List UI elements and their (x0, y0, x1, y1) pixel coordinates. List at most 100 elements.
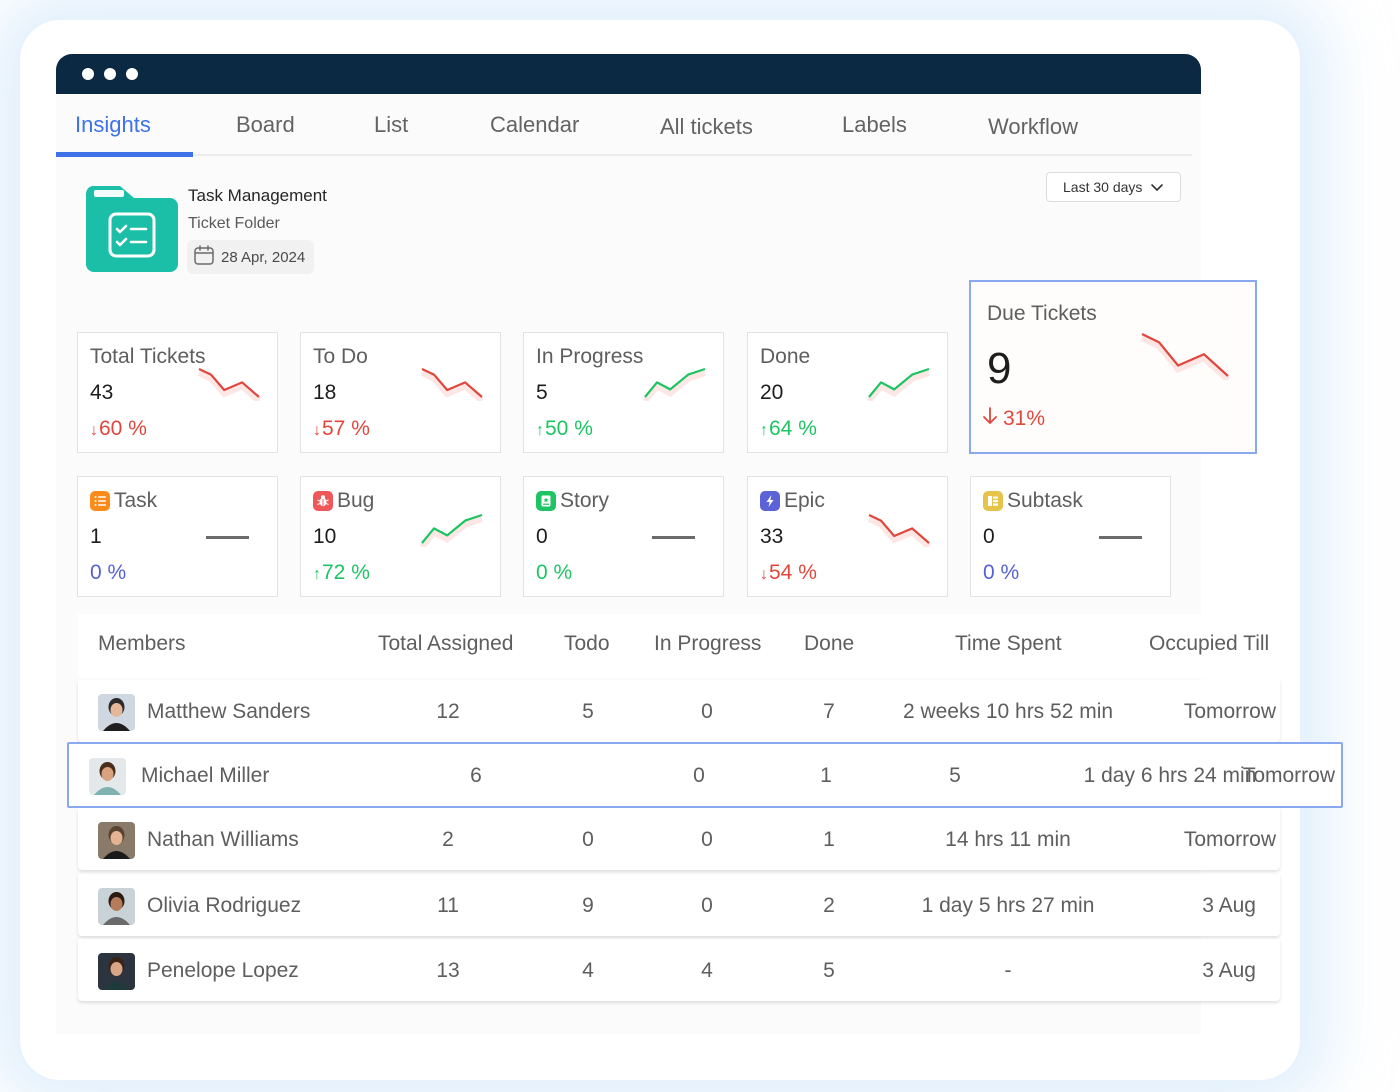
cell-total: 12 (436, 700, 460, 723)
header-todo[interactable]: Todo (564, 632, 610, 656)
tab-calendar[interactable]: Calendar (490, 112, 579, 138)
status-card-done[interactable]: Done 20 ↑ 64 % (747, 332, 948, 453)
folder-title: Task Management (188, 186, 327, 205)
member-name[interactable]: Nathan Williams (147, 828, 299, 852)
cell-todo: 5 (582, 700, 594, 723)
header-done[interactable]: Done (804, 632, 854, 656)
arrow-up-icon: ↑ (313, 566, 321, 583)
type-card-story[interactable]: Story 0 0 % (523, 476, 724, 597)
title-bar (56, 54, 1201, 94)
table-row[interactable]: Nathan Williams 2 0 0 1 14 hrs 11 min Tomorrow (78, 808, 1280, 870)
flat-trend-line (206, 536, 249, 539)
card-value: 0 (983, 525, 995, 548)
card-value: 43 (90, 381, 114, 404)
card-change-value: 0 % (90, 561, 127, 584)
cell-done: 7 (823, 700, 835, 723)
header-time-spent[interactable]: Time Spent (955, 632, 1062, 656)
member-name[interactable]: Matthew Sanders (147, 700, 310, 724)
card-value: 20 (760, 381, 784, 404)
card-change-value: 0 % (536, 561, 573, 584)
avatar (98, 694, 135, 731)
folder-subtitle: Ticket Folder (188, 215, 280, 232)
arrow-down-icon: ↓ (313, 422, 321, 439)
status-card-total-tickets[interactable]: Total Tickets 43 ↓ 60 % (77, 332, 278, 453)
cell-total: 13 (436, 959, 460, 982)
card-title: Subtask (983, 489, 1083, 513)
cell-todo: 4 (582, 959, 594, 982)
table-row[interactable]: Penelope Lopez 13 4 4 5 - 3 Aug (78, 939, 1280, 1001)
card-change-value: 0 % (983, 561, 1020, 584)
table-row[interactable]: Matthew Sanders 12 5 0 7 2 weeks 10 hrs 52 mi… (78, 680, 1280, 742)
cell-total: 6 (470, 764, 482, 787)
due-tickets-change: 31% (981, 406, 1045, 432)
cell-todo: 9 (582, 894, 594, 917)
status-card-to-do[interactable]: To Do 18 ↓ 57 % (300, 332, 501, 453)
card-sparkline (866, 367, 930, 401)
status-card-in-progress[interactable]: In Progress 5 ↑ 50 % (523, 332, 724, 453)
header-in-progress[interactable]: In Progress (654, 632, 761, 656)
card-change: ↓ 57 % (313, 417, 370, 441)
card-title: Total Tickets (90, 345, 206, 368)
card-change-value: 60 % (99, 417, 147, 440)
tab-list[interactable]: List (374, 112, 408, 138)
date-range-select[interactable]: Last 30 days (1046, 172, 1181, 202)
date-range-value: Last 30 days (1063, 179, 1143, 195)
chevron-down-icon (1150, 179, 1164, 195)
card-change: ↑ 64 % (760, 417, 817, 441)
cell-time-spent: - (1004, 959, 1012, 982)
card-change: 0 % (983, 561, 1019, 585)
card-change: ↑ 72 % (313, 561, 370, 585)
cell-in-progress: 0 (701, 828, 713, 851)
table-row[interactable]: Michael Miller 6 0 1 5 1 day 6 hrs 24 min Tomo… (67, 742, 1343, 808)
due-tickets-card[interactable]: Due Tickets 9 31% (969, 280, 1257, 454)
tab-all-tickets[interactable]: All tickets (660, 114, 753, 140)
card-change-value: 57 % (322, 417, 370, 440)
cell-total: 11 (437, 894, 459, 917)
cell-occupied-till: Tomorrow (1183, 828, 1276, 851)
header-total-assigned[interactable]: Total Assigned (378, 632, 513, 656)
tab-labels[interactable]: Labels (842, 112, 907, 138)
cell-done: 5 (949, 764, 961, 787)
card-change: ↑ 50 % (536, 417, 593, 441)
type-card-subtask[interactable]: Subtask 0 0 % (970, 476, 1171, 597)
card-sparkline (642, 367, 706, 401)
member-name[interactable]: Olivia Rodriguez (147, 894, 301, 918)
type-card-task[interactable]: Task 1 0 % (77, 476, 278, 597)
tab-workflow[interactable]: Workflow (988, 114, 1078, 140)
arrow-up-icon: ↑ (536, 422, 544, 439)
header-members[interactable]: Members (98, 632, 186, 656)
card-value: 10 (313, 525, 337, 548)
card-change: ↓ 54 % (760, 561, 817, 585)
card-title-label: Epic (784, 489, 825, 512)
card-value: 0 (536, 525, 548, 548)
member-name[interactable]: Michael Miller (141, 764, 269, 788)
cell-time-spent: 14 hrs 11 min (945, 828, 1071, 851)
card-change-value: 50 % (545, 417, 593, 440)
card-change: ↓ 60 % (90, 417, 147, 441)
card-change-value: 72 % (322, 561, 370, 584)
window-dot-icon[interactable] (126, 68, 138, 80)
folder-date: 28 Apr, 2024 (221, 248, 306, 266)
member-name[interactable]: Penelope Lopez (147, 959, 299, 983)
table-row[interactable]: Olivia Rodriguez 11 9 0 2 1 day 5 hrs 27 min 3… (78, 874, 1280, 936)
card-title: Done (760, 345, 811, 368)
due-tickets-title: Due Tickets (987, 302, 1097, 325)
card-title-label: Bug (337, 489, 375, 512)
type-card-epic[interactable]: Epic 33 ↓ 54 % (747, 476, 948, 597)
tab-insights[interactable]: Insights (75, 112, 151, 138)
tab-bar: Insights Board List Calendar All tickets… (56, 94, 1192, 157)
calendar-icon (193, 244, 215, 270)
tab-board[interactable]: Board (236, 112, 295, 138)
window-dot-icon[interactable] (82, 68, 94, 80)
avatar (98, 888, 135, 925)
window-dot-icon[interactable] (104, 68, 116, 80)
due-tickets-sparkline (1140, 333, 1231, 380)
card-change-value: 54 % (769, 561, 817, 584)
card-change-value: 64 % (769, 417, 817, 440)
header-occupied-till[interactable]: Occupied Till (1149, 632, 1269, 656)
cell-done: 5 (823, 959, 835, 982)
type-card-bug[interactable]: Bug 10 ↑ 72 % (300, 476, 501, 597)
arrow-down-icon (981, 406, 999, 432)
cell-total: 2 (442, 828, 454, 851)
cell-occupied-till: 3 Aug (1202, 894, 1256, 917)
